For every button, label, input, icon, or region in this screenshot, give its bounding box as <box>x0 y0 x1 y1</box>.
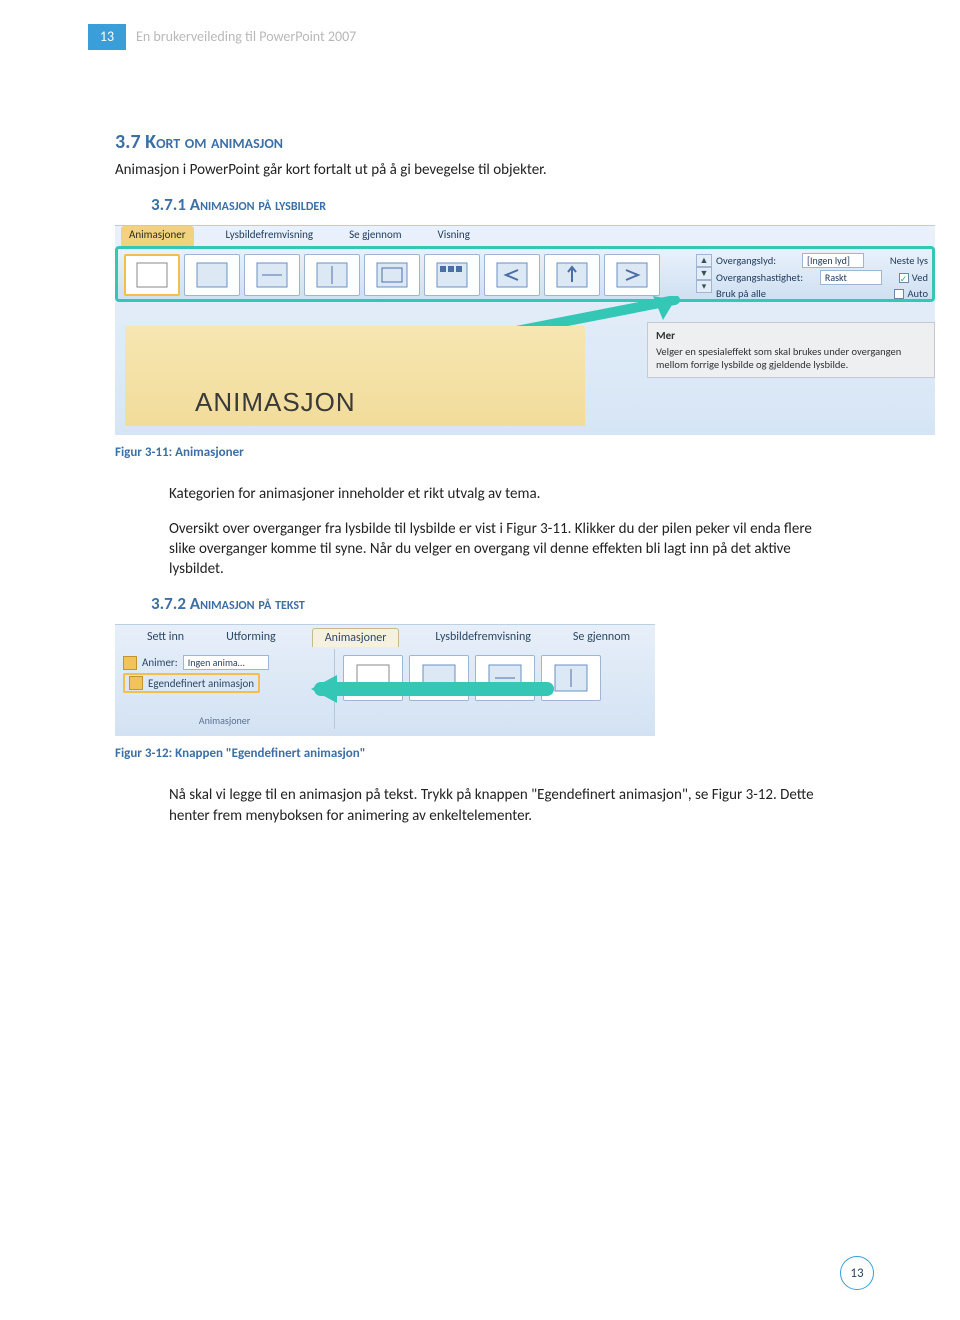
tab-animasjoner[interactable]: Animasjoner <box>121 226 194 246</box>
slide-preview: ANIMASJON <box>125 326 585 426</box>
dropdown-overgangslyd[interactable]: [Ingen lyd] <box>802 253 864 268</box>
tab-utforming[interactable]: Utforming <box>220 628 282 647</box>
dropdown-animer[interactable]: Ingen anima… <box>183 655 269 670</box>
egendefinert-icon <box>129 676 143 690</box>
label-animer: Animer: <box>142 656 178 669</box>
animer-icon <box>123 656 137 670</box>
transition-thumb[interactable] <box>364 254 420 296</box>
transition-thumb[interactable] <box>484 254 540 296</box>
doc-title: En brukerveileding til PowerPoint 2007 <box>126 24 356 50</box>
page-number-bottom: 13 <box>840 1256 874 1290</box>
transition-thumb[interactable] <box>304 254 360 296</box>
button-bruk-pa-alle[interactable]: Bruk på alle <box>716 287 766 300</box>
paragraph-oversikt: Oversikt over overganger fra lysbilde ti… <box>169 519 837 580</box>
slide-title: ANIMASJON <box>195 387 356 418</box>
ribbon-tabs: Animasjoner Lysbildefremvisning Se gjenn… <box>115 226 474 246</box>
label-egendefinert: Egendefinert animasjon <box>148 677 254 690</box>
transition-thumb[interactable] <box>604 254 660 296</box>
transition-thumb[interactable] <box>124 254 180 296</box>
transition-thumb[interactable] <box>424 254 480 296</box>
tooltip-mer: Mer Velger en spesialeffekt som skal bru… <box>647 322 935 378</box>
tooltip-body: Velger en spesialeffekt som skal brukes … <box>656 345 926 371</box>
scroll-down-icon[interactable]: ▼ <box>696 267 712 280</box>
dropdown-overgangshastighet[interactable]: Raskt <box>820 270 882 285</box>
label-overgangshastighet: Overgangshastighet: <box>716 271 803 284</box>
scroll-up-icon[interactable]: ▲ <box>696 254 712 267</box>
subsection-heading-3-7-1: 3.7.1 Animasjon på lysbilder <box>151 194 845 215</box>
intro-paragraph: Animasjon i PowerPoint går kort fortalt … <box>115 160 845 180</box>
label-overgangslyd: Overgangslyd: <box>716 254 776 267</box>
annotation-arrow-icon <box>307 671 557 711</box>
tab-se-gjennom[interactable]: Se gjennom <box>345 226 405 246</box>
tab-lysbildefremvisning[interactable]: Lysbildefremvisning <box>222 226 318 246</box>
figure-caption-3-12: Figur 3-12: Knappen "Egendefinert animas… <box>115 746 845 761</box>
transition-gallery[interactable] <box>124 254 660 296</box>
transition-options: Overgangslyd: [Ingen lyd] Neste lys Over… <box>716 253 928 302</box>
tooltip-heading: Mer <box>656 329 926 342</box>
transition-thumb[interactable] <box>544 254 600 296</box>
paragraph-na-skal: Nå skal vi legge til en animasjon på tek… <box>169 785 837 826</box>
group-label-animasjoner: Animasjoner <box>115 714 334 727</box>
figure-caption-3-11: Figur 3-11: Animasjoner <box>115 445 845 460</box>
figure-3-11: Animasjoner Lysbildefremvisning Se gjenn… <box>115 225 935 435</box>
page-number-top: 13 <box>88 24 126 50</box>
figure-3-12: Sett inn Utforming Animasjoner Lysbildef… <box>115 624 655 736</box>
checkbox-ved[interactable] <box>899 273 909 283</box>
label-ved: Ved <box>912 271 928 284</box>
transition-ribbon: ▲ ▼ ▾ Overgangslyd: [Ingen lyd] Neste ly… <box>115 246 935 302</box>
ribbon-tabs-2: Sett inn Utforming Animasjoner Lysbildef… <box>115 625 655 647</box>
label-auto: Auto <box>907 287 928 300</box>
checkbox-auto[interactable] <box>894 289 904 299</box>
tab-lysbildefremvisning-2[interactable]: Lysbildefremvisning <box>429 628 537 647</box>
scroll-more-icon[interactable]: ▾ <box>696 280 712 293</box>
section-heading-3-7: 3.7 Kort om animasjon <box>115 130 845 154</box>
tab-visning[interactable]: Visning <box>434 226 474 246</box>
transition-thumb[interactable] <box>184 254 240 296</box>
button-egendefinert-animasjon[interactable]: Egendefinert animasjon <box>123 673 260 693</box>
animasjoner-panel: Animer: Ingen anima… Egendefinert animas… <box>115 649 335 729</box>
doc-header: 13 En brukerveileding til PowerPoint 200… <box>88 24 356 50</box>
subsection-heading-3-7-2: 3.7.2 Animasjon på tekst <box>151 593 845 614</box>
tab-animasjoner-2[interactable]: Animasjoner <box>312 628 400 647</box>
gallery-scroll[interactable]: ▲ ▼ ▾ <box>696 254 712 293</box>
paragraph-kategorien: Kategorien for animasjoner inneholder et… <box>169 484 837 504</box>
transition-thumb[interactable] <box>244 254 300 296</box>
tab-se-gjennom-2[interactable]: Se gjennom <box>567 628 636 647</box>
label-neste-lysbilde: Neste lys <box>890 254 928 267</box>
tab-sett-inn[interactable]: Sett inn <box>141 628 190 647</box>
